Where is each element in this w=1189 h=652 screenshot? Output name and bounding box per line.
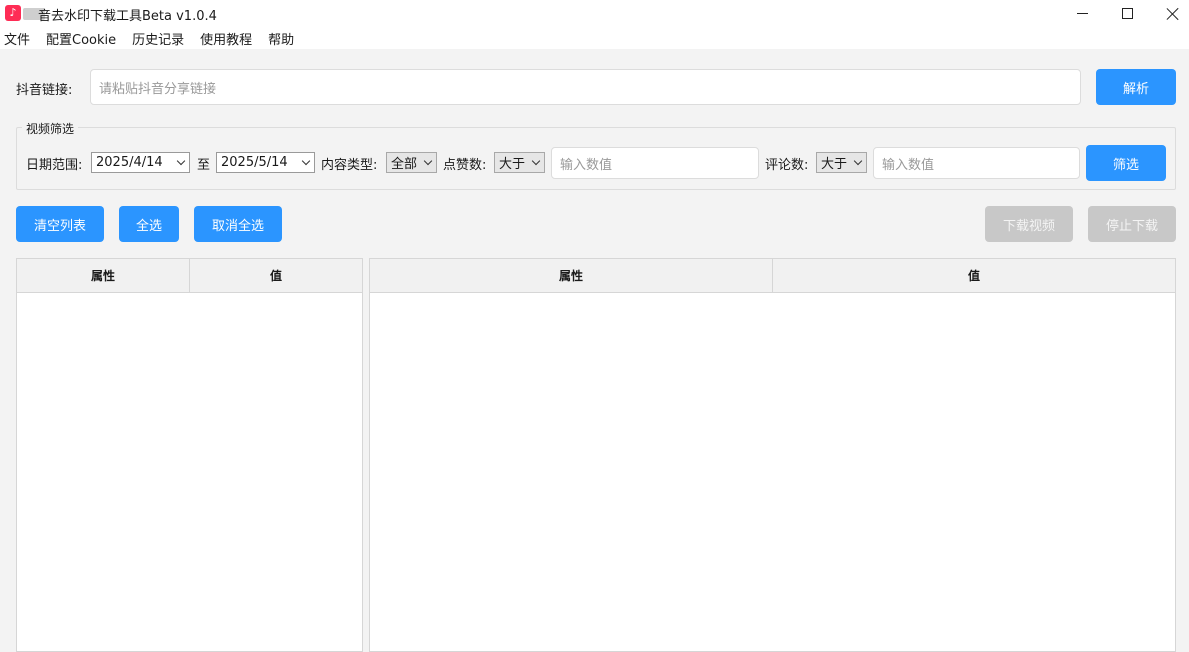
likes-operator-select[interactable]: 大于 [494, 152, 545, 173]
filter-button[interactable]: 筛选 [1086, 145, 1166, 181]
date-range-label: 日期范围: [26, 158, 83, 173]
content-type-select[interactable]: 全部 [386, 152, 437, 173]
date-to-picker[interactable]: 2025/5/14 [216, 152, 315, 173]
menu-file[interactable]: 文件 [4, 29, 30, 48]
likes-label: 点赞数: [443, 158, 487, 173]
menu-history[interactable]: 历史记录 [132, 29, 184, 48]
column-header-property[interactable]: 属性 [370, 259, 773, 292]
menu-config-cookie[interactable]: 配置Cookie [46, 29, 116, 48]
url-input[interactable]: 请粘贴抖音分享链接 [90, 69, 1081, 105]
table-header: 属性 值 [17, 259, 362, 293]
likes-input[interactable]: 输入数值 [551, 147, 759, 179]
maximize-button[interactable] [1104, 0, 1150, 27]
chevron-down-icon [176, 156, 186, 166]
menu-bar: 文件 配置Cookie 历史记录 使用教程 帮助 [0, 27, 1189, 49]
stop-download-button[interactable]: 停止下载 [1088, 206, 1176, 242]
column-header-value[interactable]: 值 [190, 259, 362, 292]
url-label: 抖音链接: [16, 83, 73, 98]
douyin-icon: ♪ [5, 5, 21, 21]
minimize-icon [1076, 13, 1088, 14]
date-from-picker[interactable]: 2025/4/14 [91, 152, 190, 173]
right-property-table: 属性 值 [369, 258, 1176, 652]
title-bar: ♪ 音去水印下载工具Beta v1.0.4 [0, 0, 1189, 27]
comments-label: 评论数: [765, 158, 809, 173]
column-header-value[interactable]: 值 [773, 259, 1175, 292]
date-to-value: 2025/5/14 [221, 155, 288, 170]
clear-list-button[interactable]: 清空列表 [16, 206, 104, 242]
table-header: 属性 值 [370, 259, 1175, 293]
close-button[interactable] [1150, 0, 1189, 27]
menu-help[interactable]: 帮助 [268, 29, 294, 48]
parse-button[interactable]: 解析 [1096, 69, 1176, 105]
date-to-label: 至 [197, 158, 211, 173]
content-type-label: 内容类型: [321, 158, 378, 173]
likes-operator-value: 大于 [499, 157, 526, 172]
date-from-value: 2025/4/14 [96, 155, 163, 170]
comments-input[interactable]: 输入数值 [873, 147, 1080, 179]
content-type-value: 全部 [391, 157, 418, 172]
menu-tutorial[interactable]: 使用教程 [200, 29, 252, 48]
download-video-button[interactable]: 下载视频 [985, 206, 1073, 242]
window-title: 音去水印下载工具Beta v1.0.4 [38, 9, 217, 24]
deselect-all-button[interactable]: 取消全选 [194, 206, 282, 242]
select-all-button[interactable]: 全选 [119, 206, 179, 242]
left-property-table: 属性 值 [16, 258, 363, 652]
filter-group-title: 视频筛选 [22, 120, 79, 137]
maximize-icon [1121, 8, 1133, 19]
close-icon [1166, 7, 1180, 21]
comments-operator-value: 大于 [821, 157, 848, 172]
comments-operator-select[interactable]: 大于 [816, 152, 867, 173]
column-header-property[interactable]: 属性 [17, 259, 190, 292]
chevron-down-icon [301, 156, 311, 166]
chevron-down-icon [423, 156, 433, 166]
chevron-down-icon [531, 156, 541, 166]
minimize-button[interactable] [1059, 0, 1105, 27]
chevron-down-icon [853, 156, 863, 166]
